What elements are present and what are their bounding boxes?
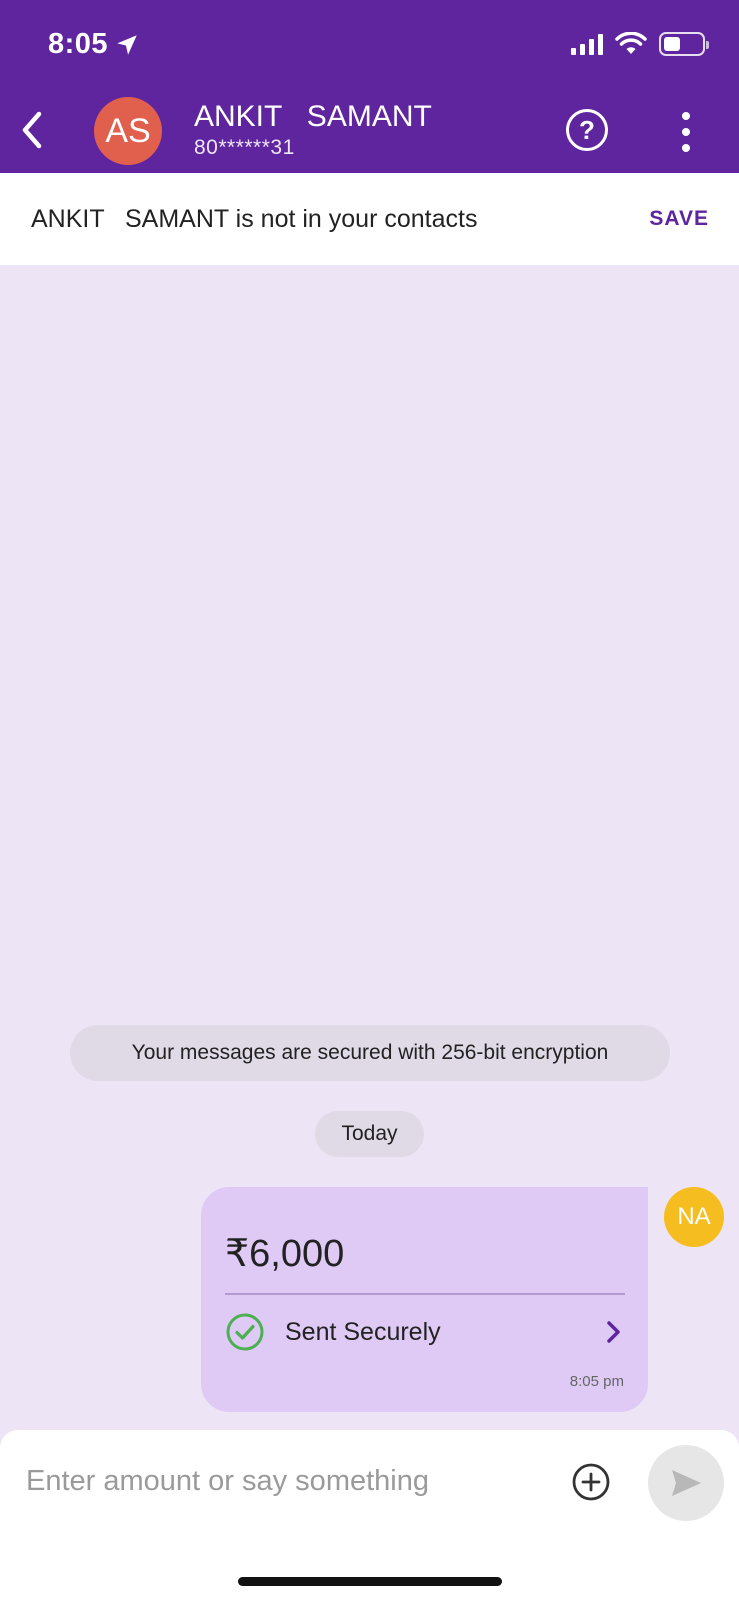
battery-level	[664, 37, 681, 51]
more-vertical-icon	[682, 112, 690, 120]
message-composer	[0, 1430, 739, 1600]
cellular-signal-icon	[571, 33, 603, 55]
date-separator: Today	[315, 1111, 424, 1157]
encryption-notice: Your messages are secured with 256-bit e…	[70, 1025, 670, 1081]
chevron-left-icon	[22, 111, 42, 149]
encryption-notice-text: Your messages are secured with 256-bit e…	[131, 1041, 609, 1064]
contact-avatar[interactable]: AS	[94, 97, 162, 165]
help-button[interactable]: ?	[566, 109, 608, 151]
send-icon	[672, 1470, 701, 1496]
location-arrow-icon	[117, 34, 137, 55]
payment-message-bubble[interactable]: ₹6,000 Sent Securely 8:05 pm	[201, 1187, 648, 1412]
status-time-text: 8:05	[48, 28, 109, 60]
status-icons	[571, 32, 709, 56]
wifi-icon	[615, 32, 647, 54]
avatar-initials: AS	[105, 111, 151, 150]
bubble-divider	[225, 1293, 625, 1295]
more-options-button[interactable]	[676, 112, 696, 152]
check-circle-icon	[226, 1313, 264, 1351]
payment-status-row[interactable]: Sent Securely	[225, 1311, 625, 1353]
not-in-contacts-banner: ANKIT SAMANT is not in your contacts SAV…	[0, 173, 739, 265]
send-button[interactable]	[648, 1445, 724, 1521]
plus-circle-icon	[572, 1463, 610, 1501]
app-header: 8:05 AS ANKIT SAMANT 80******31 ?	[0, 0, 739, 173]
contact-name[interactable]: ANKIT SAMANT	[194, 100, 432, 134]
contact-phone: 80******31	[194, 136, 295, 159]
help-circle-icon: ?	[579, 114, 595, 145]
status-bar-time: 8:05	[48, 28, 140, 61]
sender-avatar-initials: NA	[677, 1203, 711, 1230]
payment-amount: ₹6,000	[225, 1233, 345, 1275]
add-attachment-button[interactable]	[571, 1462, 611, 1502]
save-contact-button[interactable]: SAVE	[649, 207, 709, 231]
home-indicator	[238, 1577, 502, 1586]
payment-status-label: Sent Securely	[285, 1317, 441, 1346]
back-button[interactable]	[12, 108, 52, 152]
battery-icon	[659, 32, 709, 56]
chevron-right-icon[interactable]	[601, 1320, 625, 1344]
date-label: Today	[341, 1122, 398, 1145]
message-timestamp: 8:05 pm	[569, 1373, 624, 1390]
sender-avatar: NA	[664, 1187, 724, 1247]
banner-text: ANKIT SAMANT is not in your contacts	[31, 205, 478, 233]
message-input[interactable]	[26, 1456, 546, 1506]
